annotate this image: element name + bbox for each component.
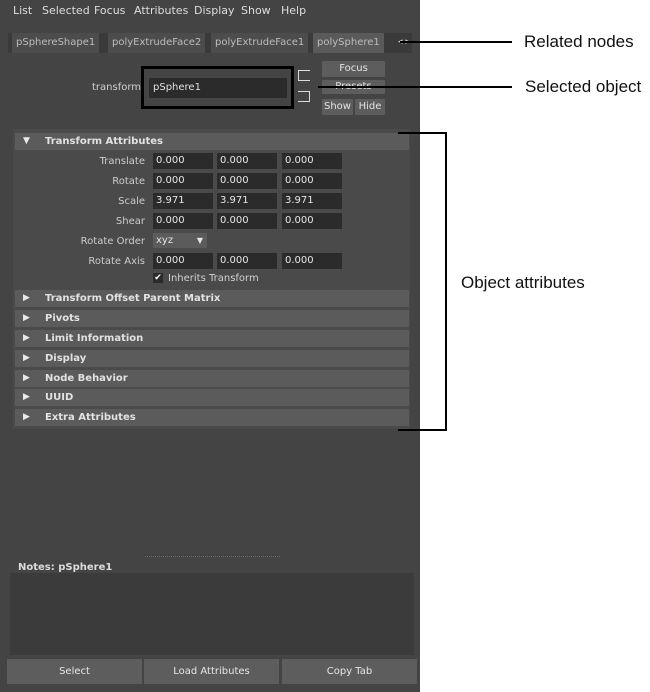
rotate-axis-y-field[interactable]: 0.000 [217,253,277,269]
show-button[interactable]: Show [322,99,353,115]
collapsed-triangle-icon: ▶ [23,293,30,303]
rotate-y-field[interactable]: 0.000 [217,173,277,189]
tab-pSphereShape1[interactable]: pSphereShape1 [12,33,100,53]
scale-label: Scale [118,196,145,207]
translate-z-field[interactable]: 0.000 [282,153,342,169]
load-attributes-button[interactable]: Load Attributes [144,659,279,684]
output-connection-icon[interactable] [298,91,310,102]
focus-button[interactable]: Focus [322,61,385,77]
section-title: Node Behavior [45,373,128,384]
collapsed-triangle-icon: ▶ [23,313,30,323]
node-name-field[interactable]: pSphere1 [149,78,287,98]
copy-tab-button[interactable]: Copy Tab [282,659,417,684]
scale-x-field[interactable]: 3.971 [153,193,213,209]
node-tab-bar: pSphereShape1 polyExtrudeFace2 polyExtru… [8,33,412,53]
rotate-order-label: Rotate Order [80,236,145,247]
inherits-transform-label: Inherits Transform [168,273,259,284]
shear-y-field[interactable]: 0.000 [217,213,277,229]
menu-show[interactable]: Show [241,4,271,17]
notes-textarea[interactable] [10,573,414,655]
pane-splitter-handle[interactable] [145,556,280,557]
hide-button[interactable]: Hide [355,99,385,115]
section-title: Display [45,353,87,364]
presets-button[interactable]: Presets [322,80,385,94]
section-transform-attributes[interactable]: ▼ Transform Attributes [15,133,409,150]
section-title: Limit Information [45,333,144,344]
input-connection-icon[interactable] [298,70,310,81]
chevron-down-icon: ▼ [196,236,203,245]
collapsed-triangle-icon: ▶ [23,412,30,422]
rotate-axis-label: Rotate Axis [88,256,145,267]
rotate-order-value: xyz [156,235,174,246]
collapsed-triangle-icon: ▶ [23,333,30,343]
notes-label: Notes: pSphere1 [18,562,113,573]
translate-label: Translate [99,156,145,167]
menu-bar: List Selected Focus Attributes Display S… [0,0,420,22]
section-pivots[interactable]: ▶ Pivots [15,310,409,327]
tab-polyExtrudeFace1[interactable]: polyExtrudeFace1 [211,33,309,53]
section-extra-attributes[interactable]: ▶ Extra Attributes [15,409,409,426]
section-limit-information[interactable]: ▶ Limit Information [15,330,409,347]
rotate-label: Rotate [112,176,145,187]
rotate-order-select[interactable]: xyz ▼ [153,233,207,248]
translate-y-field[interactable]: 0.000 [217,153,277,169]
rotate-axis-x-field[interactable]: 0.000 [153,253,213,269]
rotate-axis-z-field[interactable]: 0.000 [282,253,342,269]
select-button[interactable]: Select [7,659,142,684]
inherits-transform-checkbox[interactable]: ✔ [153,273,163,283]
section-transform-offset-parent-matrix[interactable]: ▶ Transform Offset Parent Matrix [15,290,409,307]
scale-z-field[interactable]: 3.971 [282,193,342,209]
selected-object-highlight: pSphere1 [141,66,294,109]
tab-polySphere1[interactable]: polySphere1 [313,33,384,53]
menu-focus[interactable]: Focus [94,4,125,17]
menu-attributes[interactable]: Attributes [134,4,188,17]
node-type-label: transform [92,82,142,93]
menu-selected[interactable]: Selected [42,4,90,17]
tab-polyExtrudeFace2[interactable]: polyExtrudeFace2 [108,33,206,53]
attribute-editor-panel: List Selected Focus Attributes Display S… [0,0,420,692]
menu-list[interactable]: List [13,4,32,17]
menu-help[interactable]: Help [281,4,306,17]
collapsed-triangle-icon: ▶ [23,373,30,383]
section-uuid[interactable]: ▶ UUID [15,389,409,406]
object-attributes-callout: Object attributes [461,273,585,292]
scale-y-field[interactable]: 3.971 [217,193,277,209]
section-title: Pivots [45,313,80,324]
rotate-z-field[interactable]: 0.000 [282,173,342,189]
related-nodes-callout: Related nodes [524,32,634,51]
section-display[interactable]: ▶ Display [15,350,409,367]
tab-scroll-arrows-icon[interactable]: ◂ ▸ [398,37,410,47]
section-title: UUID [45,392,74,403]
shear-label: Shear [115,216,145,227]
selected-object-callout: Selected object [525,77,642,96]
section-node-behavior[interactable]: ▶ Node Behavior [15,370,409,387]
collapsed-triangle-icon: ▶ [23,392,30,402]
shear-z-field[interactable]: 0.000 [282,213,342,229]
section-title: Transform Offset Parent Matrix [45,293,221,304]
expanded-triangle-icon: ▼ [23,136,30,146]
section-title: Transform Attributes [45,136,163,147]
section-title: Extra Attributes [45,412,136,423]
translate-x-field[interactable]: 0.000 [153,153,213,169]
menu-display[interactable]: Display [194,4,235,17]
shear-x-field[interactable]: 0.000 [153,213,213,229]
collapsed-triangle-icon: ▶ [23,353,30,363]
rotate-x-field[interactable]: 0.000 [153,173,213,189]
